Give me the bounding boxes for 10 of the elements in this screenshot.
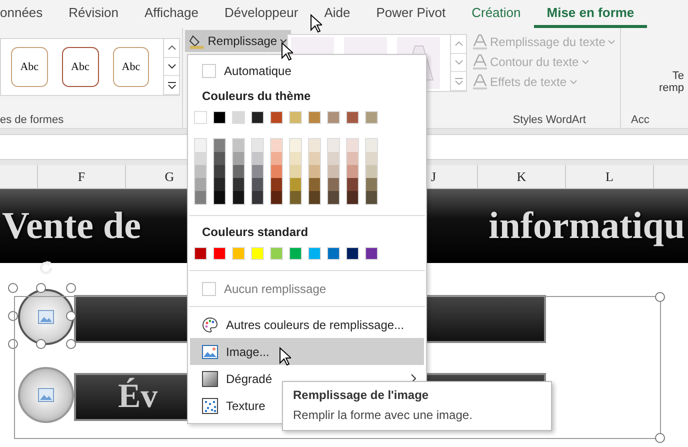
- tooltip-text: Remplir la forme avec une image.: [293, 408, 474, 422]
- banner-title: Vente de: [2, 204, 141, 248]
- group-label: Styles WordArt: [512, 114, 586, 126]
- tooltip-title: Remplissage de l'image: [293, 388, 430, 402]
- group-label: Acc: [630, 114, 650, 126]
- group-label: es de formes: [0, 114, 64, 126]
- section-heading: Couleurs du thème: [201, 88, 312, 105]
- bar-text: Év: [118, 378, 158, 416]
- banner-title: informatiqu: [488, 204, 685, 248]
- section-heading: Couleurs standard: [201, 224, 310, 241]
